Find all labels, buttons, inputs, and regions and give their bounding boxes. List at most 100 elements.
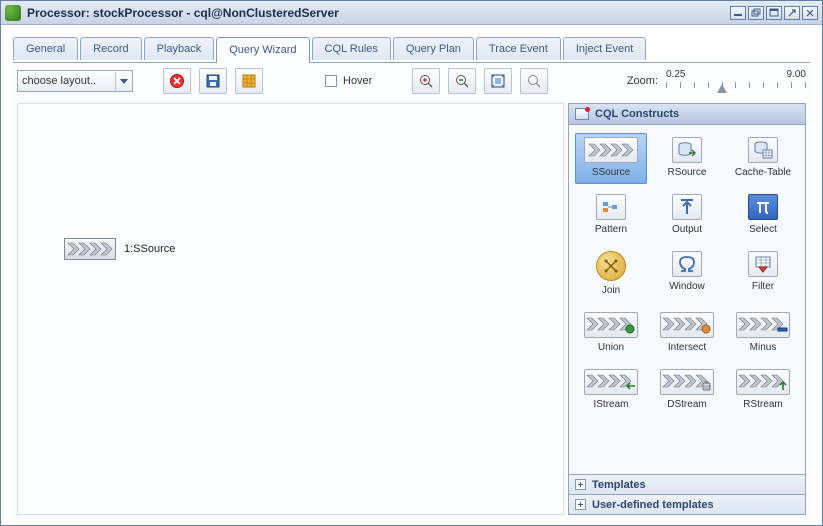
palette-item-label: RStream <box>743 399 782 410</box>
grid-icon <box>241 73 257 89</box>
database-arrow-icon <box>672 137 702 163</box>
palette-item-intersect[interactable]: Intersect <box>651 308 723 359</box>
chevron-rstream-icon <box>736 369 790 395</box>
app-icon <box>5 5 21 21</box>
palette-item-label: Window <box>669 281 705 292</box>
chevron-dstream-icon <box>660 369 714 395</box>
expand-icon <box>575 479 586 490</box>
tab-playback[interactable]: Playback <box>144 37 215 60</box>
zoom-label: Zoom: <box>627 75 658 87</box>
fit-button[interactable] <box>484 68 512 94</box>
panel: choose layout.. Hover <box>13 63 810 519</box>
chevron-istream-icon <box>584 369 638 395</box>
tab-inject-event[interactable]: Inject Event <box>563 37 646 60</box>
palette-item-pattern[interactable]: Pattern <box>575 190 647 241</box>
zoom-in-button[interactable] <box>412 68 440 94</box>
maximize-button[interactable] <box>766 6 782 20</box>
minimize-button[interactable] <box>730 6 746 20</box>
section-label: User-defined templates <box>592 499 714 511</box>
zoom-slider[interactable]: 0.25 9.00 <box>666 69 806 93</box>
save-icon <box>205 73 221 89</box>
palette-item-cache-table[interactable]: Cache-Table <box>727 133 799 184</box>
search-icon <box>526 73 542 89</box>
palette-item-dstream[interactable]: DStream <box>651 365 723 416</box>
palette-item-istream[interactable]: IStream <box>575 365 647 416</box>
hover-toggle[interactable]: Hover <box>325 75 372 87</box>
palette-section-templates[interactable]: Templates <box>568 475 806 495</box>
delete-button[interactable] <box>163 68 191 94</box>
tab-general[interactable]: General <box>13 37 78 60</box>
tab-cql-rules[interactable]: CQL Rules <box>312 37 391 60</box>
palette-item-output[interactable]: Output <box>651 190 723 241</box>
chevron-union-icon <box>584 312 638 338</box>
palette-item-label: Union <box>598 342 624 353</box>
tab-bar: General Record Playback Query Wizard CQL… <box>13 37 810 63</box>
window: Processor: stockProcessor - cql@NonClust… <box>0 0 823 526</box>
chevron-icon <box>584 137 638 163</box>
search-button[interactable] <box>520 68 548 94</box>
palette-item-label: Minus <box>750 342 777 353</box>
zoom-handle[interactable] <box>722 84 732 93</box>
palette-item-ssource[interactable]: SSource <box>575 133 647 184</box>
tab-trace-event[interactable]: Trace Event <box>476 37 561 60</box>
palette-item-label: Output <box>672 224 702 235</box>
palette-item-minus[interactable]: Minus <box>727 308 799 359</box>
output-icon <box>672 194 702 220</box>
palette-section-user-templates[interactable]: User-defined templates <box>568 495 806 515</box>
palette-item-label: Cache-Table <box>735 167 791 178</box>
restore-down-button[interactable] <box>748 6 764 20</box>
pattern-icon <box>596 194 626 220</box>
layout-dropdown-text: choose layout.. <box>22 75 115 87</box>
zoom-control: Zoom: 0.25 9.00 <box>627 69 806 93</box>
palette-item-union[interactable]: Union <box>575 308 647 359</box>
palette-item-label: Filter <box>752 281 774 292</box>
workspace: 1:SSource CQL Constructs SSource <box>13 99 810 519</box>
palette-item-window[interactable]: Window <box>651 247 723 302</box>
titlebar: Processor: stockProcessor - cql@NonClust… <box>1 1 822 25</box>
save-button[interactable] <box>199 68 227 94</box>
body: General Record Playback Query Wizard CQL… <box>1 25 822 525</box>
palette-item-label: Join <box>602 285 620 296</box>
palette-body: SSource RSource Cache-Table Patter <box>568 125 806 475</box>
palette-item-join[interactable]: Join <box>575 247 647 302</box>
palette-item-rsource[interactable]: RSource <box>651 133 723 184</box>
window-controls <box>730 6 818 20</box>
pi-icon <box>748 194 778 220</box>
database-grid-icon <box>748 137 778 163</box>
tab-record[interactable]: Record <box>80 37 141 60</box>
zoom-max: 9.00 <box>787 69 806 80</box>
section-label: Templates <box>592 479 646 491</box>
zoom-out-button[interactable] <box>448 68 476 94</box>
window-title: Processor: stockProcessor - cql@NonClust… <box>27 6 730 20</box>
palette-item-label: SSource <box>592 167 630 178</box>
canvas-node-label: 1:SSource <box>124 243 175 255</box>
palette-header[interactable]: CQL Constructs <box>568 103 806 125</box>
palette-item-filter[interactable]: Filter <box>727 247 799 302</box>
join-icon <box>596 251 626 281</box>
zoom-out-icon <box>454 73 470 89</box>
hover-label: Hover <box>343 75 372 87</box>
chevron-icon <box>64 238 116 260</box>
detach-button[interactable] <box>784 6 800 20</box>
palette: CQL Constructs SSource RSource <box>568 103 806 515</box>
toolbar: choose layout.. Hover <box>13 63 810 99</box>
chevron-intersect-icon <box>660 312 714 338</box>
zoom-min: 0.25 <box>666 69 685 80</box>
omega-icon <box>672 251 702 277</box>
canvas[interactable]: 1:SSource <box>17 103 564 515</box>
hover-checkbox[interactable] <box>325 75 337 87</box>
palette-item-label: Pattern <box>595 224 627 235</box>
tab-query-wizard[interactable]: Query Wizard <box>216 37 309 63</box>
tab-query-plan[interactable]: Query Plan <box>393 37 474 60</box>
palette-item-select[interactable]: Select <box>727 190 799 241</box>
palette-item-label: IStream <box>593 399 628 410</box>
clear-button[interactable] <box>235 68 263 94</box>
close-button[interactable] <box>802 6 818 20</box>
expand-icon <box>575 499 586 510</box>
layout-dropdown[interactable]: choose layout.. <box>17 70 133 92</box>
canvas-node-ssource[interactable]: 1:SSource <box>64 238 175 260</box>
palette-title: CQL Constructs <box>595 108 679 120</box>
zoom-in-icon <box>418 73 434 89</box>
palette-item-label: Intersect <box>668 342 706 353</box>
palette-item-rstream[interactable]: RStream <box>727 365 799 416</box>
